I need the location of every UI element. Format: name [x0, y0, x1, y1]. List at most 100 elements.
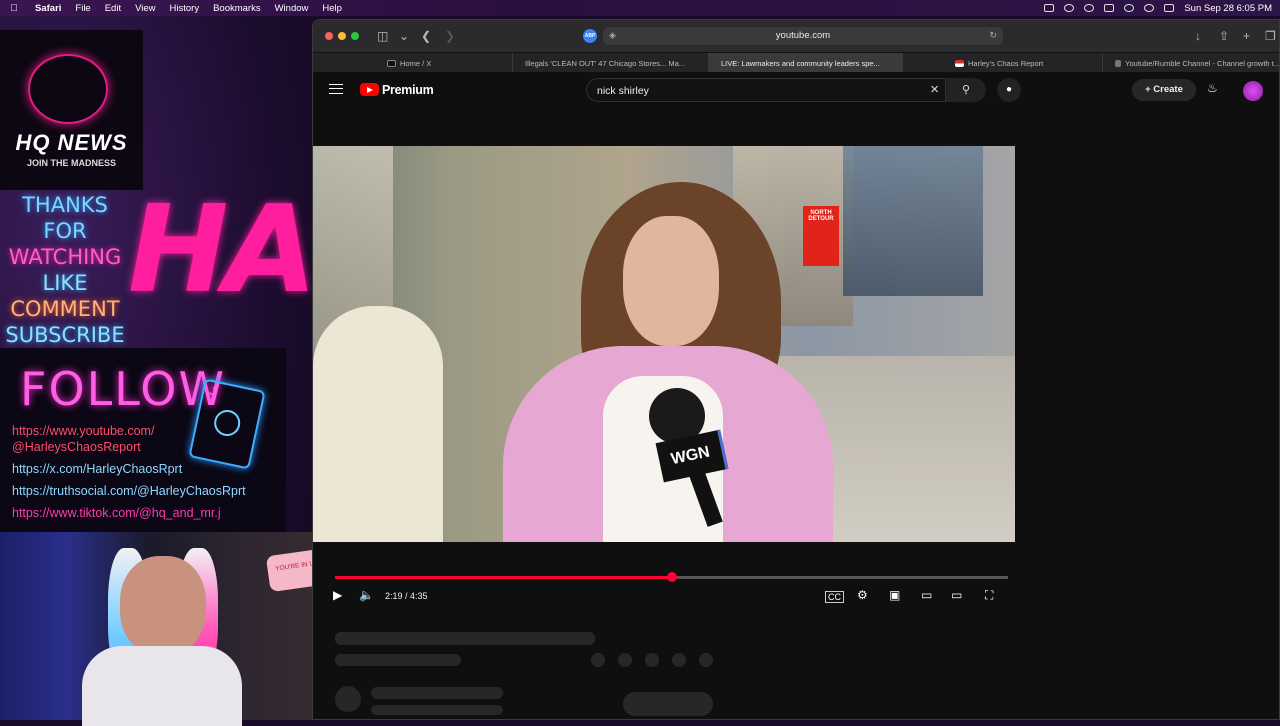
follow-title: FOLLOW [20, 362, 226, 416]
thanks-line: SUBSCRIBE [5, 323, 125, 347]
adblock-extension-icon[interactable]: ABP [583, 29, 597, 43]
menu-app-name[interactable]: Safari [28, 3, 68, 14]
youtube-link[interactable]: https://www.youtube.com/ [12, 424, 154, 438]
search-input[interactable]: nick shirley × [586, 78, 946, 102]
search-icon[interactable] [1144, 4, 1155, 12]
tab-label: Illegals 'CLEAN OUT' 47 Chicago Stores..… [525, 58, 686, 68]
address-bar[interactable]: ◈ youtube.com ↻ [603, 27, 1003, 45]
captions-icon[interactable]: CC [825, 591, 844, 603]
play-icon[interactable]: ▶ [333, 588, 342, 602]
video-player[interactable]: NORTH DETOUR WGN [313, 146, 1015, 542]
thanks-line: WATCHING [8, 245, 122, 269]
card-letter: J [208, 383, 218, 399]
menu-edit[interactable]: Edit [98, 3, 128, 14]
tab-chicago-stores[interactable]: Illegals 'CLEAN OUT' 47 Chicago Stores..… [513, 53, 709, 73]
tab-harleys-chaos-report[interactable]: Harley's Chaos Report [903, 53, 1103, 73]
progress-scrubber[interactable] [666, 572, 677, 582]
volume-icon[interactable]: 🔈 [359, 588, 374, 602]
truthsocial-link[interactable]: https://truthsocial.com/@HarleyChaosRprt [12, 484, 246, 498]
youtube-header: Premium nick shirley × ⚲ ● + Create ♨ [313, 72, 1279, 108]
streamer-body [82, 646, 242, 726]
battery-icon[interactable] [1104, 4, 1115, 12]
youtube-logo-icon[interactable] [360, 83, 379, 96]
miniplayer-icon[interactable]: ▣ [889, 588, 900, 602]
skeleton-dot [672, 653, 686, 667]
moon-icon[interactable] [1084, 4, 1095, 12]
bell-icon[interactable]: ♨ [1207, 81, 1218, 95]
streamer-face [120, 556, 206, 656]
control-center-icon[interactable] [1164, 4, 1175, 12]
logo-emblem-icon [28, 54, 108, 124]
share-icon[interactable]: ⇧ [1219, 29, 1229, 43]
logo-title: HQ NEWS [15, 130, 128, 155]
camera-icon[interactable] [1044, 4, 1055, 12]
chevron-down-icon[interactable]: ⌄ [399, 29, 409, 43]
clock[interactable]: Sun Sep 28 6:05 PM [1184, 3, 1272, 14]
mic-icon[interactable]: ● [997, 78, 1021, 102]
theater-mode-icon[interactable]: ▭ [921, 588, 932, 602]
logo-subtitle: JOIN THE MADNESS [26, 158, 116, 168]
building [843, 146, 983, 296]
sidebar-icon[interactable]: ◫ [377, 29, 388, 43]
skeleton-dot [699, 653, 713, 667]
search-value: nick shirley [597, 85, 649, 97]
menu-file[interactable]: File [68, 3, 97, 14]
skeleton-dot [591, 653, 605, 667]
thanks-line: FOR [43, 219, 87, 243]
create-button[interactable]: + Create [1132, 79, 1196, 101]
progress-bar[interactable] [335, 572, 1008, 582]
new-tab-icon[interactable]: + [1243, 29, 1250, 43]
x-link[interactable]: https://x.com/HarleyChaosRprt [12, 462, 182, 476]
menu-help[interactable]: Help [315, 3, 349, 14]
menu-bookmarks[interactable]: Bookmarks [206, 3, 268, 14]
follow-panel: FOLLOW J https://www.youtube.com/ @Harle… [0, 348, 286, 532]
reload-icon[interactable]: ↻ [989, 30, 997, 41]
menu-history[interactable]: History [163, 3, 207, 14]
progress-played [335, 576, 672, 579]
avatar[interactable] [1243, 81, 1263, 101]
thanks-banner: THANKS FOR WATCHING LIKE COMMENT SUBSCRI… [0, 192, 130, 348]
fullscreen-icon[interactable]: ⛶ [985, 588, 993, 603]
airplay-icon[interactable]: ▭ [951, 588, 962, 602]
menu-icon[interactable] [329, 84, 343, 94]
downloads-icon[interactable]: ↓ [1195, 29, 1201, 43]
settings-gear-icon[interactable]: ⚙ [857, 588, 868, 602]
tab-channel-growth[interactable]: Youtube/Rumble Channel - Channel growth … [1103, 53, 1280, 73]
create-label: Create [1153, 84, 1183, 95]
thanks-line: COMMENT [10, 297, 120, 321]
zoom-window-button[interactable] [351, 32, 359, 40]
time-display: 2:19 / 4:35 [385, 591, 428, 601]
skeleton-line [371, 705, 503, 715]
close-window-button[interactable] [325, 32, 333, 40]
youtube-handle-link[interactable]: @HarleysChaosReport [12, 440, 141, 454]
tab-overview-icon[interactable]: ❐ [1265, 29, 1276, 43]
skeleton-avatar [335, 686, 361, 712]
back-icon[interactable]: ❮ [421, 29, 431, 43]
tab-live-lawmakers[interactable]: LIVE: Lawmakers and community leaders sp… [709, 53, 903, 73]
tab-bar: Home / X Illegals 'CLEAN OUT' 47 Chicago… [313, 52, 1280, 73]
thanks-line: LIKE [42, 271, 88, 295]
hq-news-logo: HQ NEWS JOIN THE MADNESS [0, 30, 143, 190]
tiktok-link[interactable]: https://www.tiktok.com/@hq_and_mr.j [12, 506, 221, 520]
tab-label: Youtube/Rumble Channel - Channel growth … [1125, 58, 1280, 68]
url-text: youtube.com [775, 30, 831, 41]
skeleton-line [371, 687, 503, 699]
x-icon [387, 59, 396, 67]
menu-window[interactable]: Window [268, 3, 316, 14]
clear-search-icon[interactable]: × [930, 81, 939, 98]
menu-bar:  Safari File Edit View History Bookmark… [0, 0, 1280, 16]
flag-icon [955, 59, 964, 67]
generic-icon [1115, 59, 1122, 67]
menu-view[interactable]: View [128, 3, 162, 14]
sync-icon[interactable] [1064, 4, 1075, 12]
youtube-brand[interactable]: Premium [382, 83, 434, 97]
skeleton-title [335, 632, 595, 645]
forward-icon[interactable]: ❯ [445, 29, 455, 43]
apple-icon[interactable]:  [0, 3, 28, 14]
wifi-icon[interactable] [1124, 4, 1135, 12]
search-button[interactable]: ⚲ [946, 78, 986, 102]
status-area: Sun Sep 28 6:05 PM [1044, 0, 1272, 16]
skeleton-dot [618, 653, 632, 667]
minimize-window-button[interactable] [338, 32, 346, 40]
tab-home-x[interactable]: Home / X [313, 53, 513, 73]
